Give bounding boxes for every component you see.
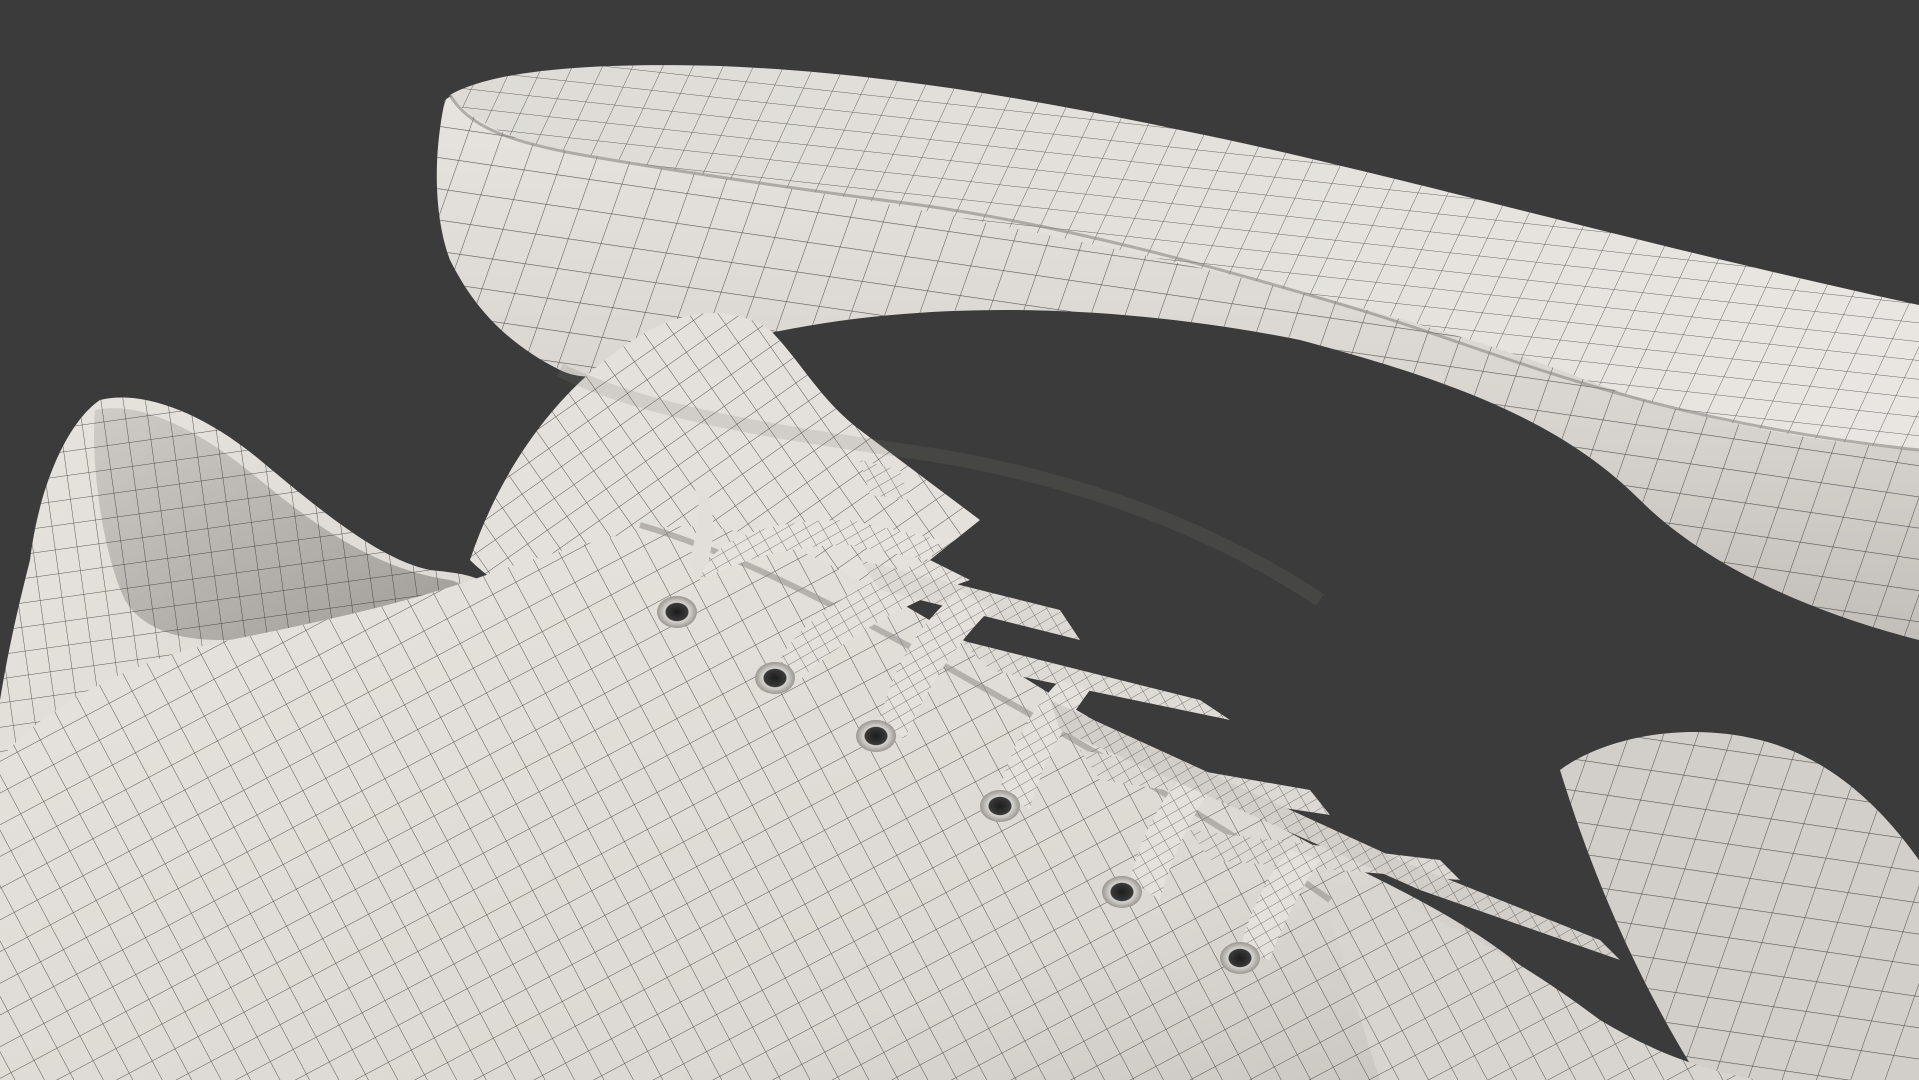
eyelet [1220,942,1260,974]
eyelet [1102,876,1142,908]
eyelet [980,790,1020,822]
eyelet [755,662,795,694]
viewport-render [0,0,1919,1080]
eyelet [657,596,697,628]
eyelet [856,720,896,752]
